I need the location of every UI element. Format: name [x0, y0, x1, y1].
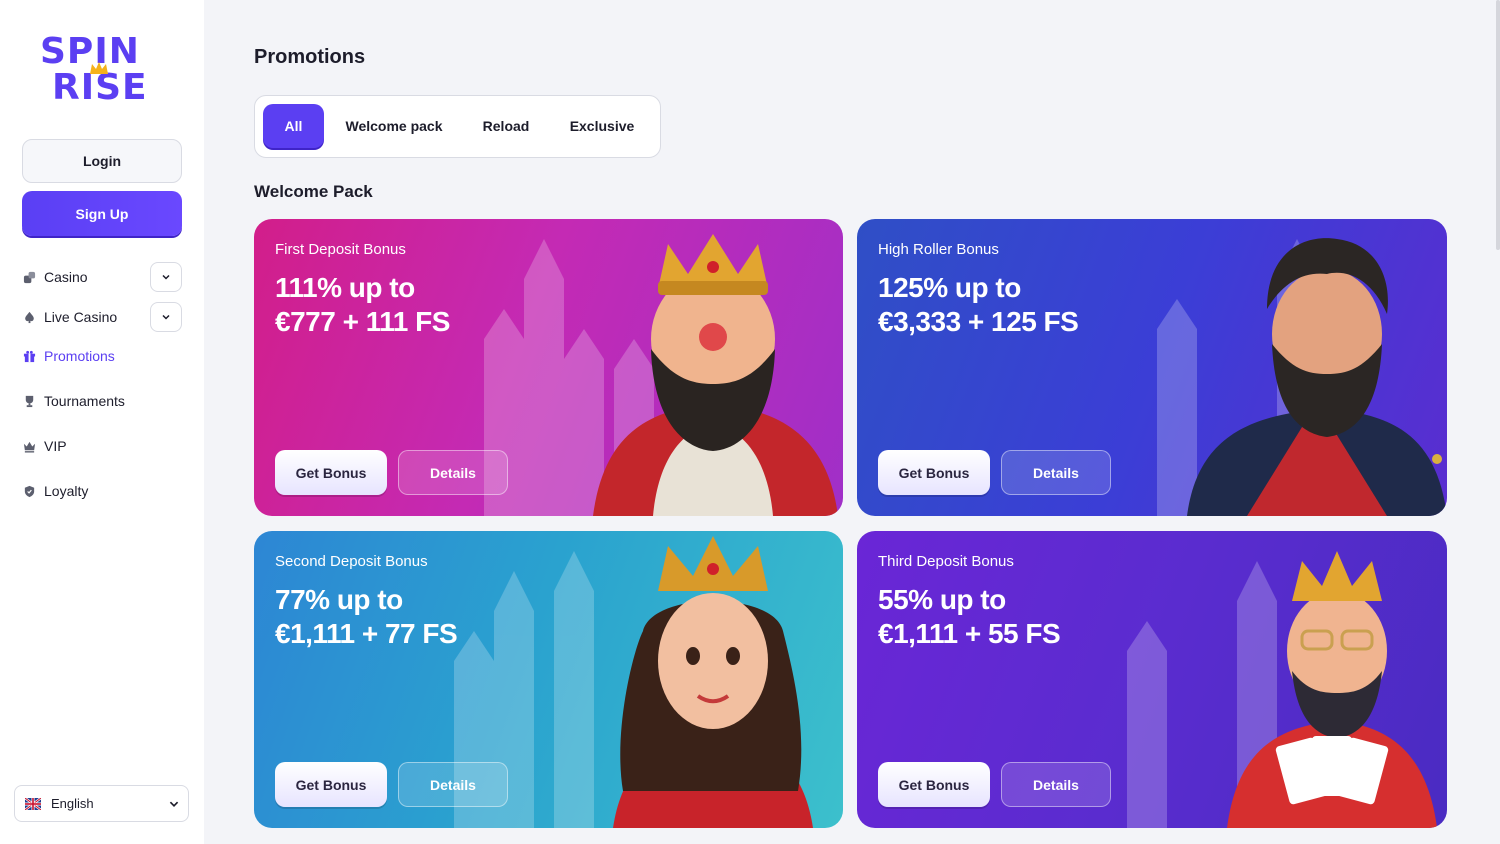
card-headline: 77% up to €1,111 + 77 FS: [275, 583, 458, 651]
sidebar-item-label: Tournaments: [44, 393, 125, 409]
section-title: Welcome Pack: [254, 182, 373, 201]
king-character-image: [593, 234, 838, 516]
sidebar-item-label: Promotions: [44, 348, 115, 364]
card-headline: 125% up to €3,333 + 125 FS: [878, 271, 1079, 339]
chevron-down-icon[interactable]: [150, 262, 182, 292]
logo-crown-icon: [90, 62, 108, 74]
chevron-down-icon[interactable]: [150, 302, 182, 332]
card-headline-line-2: €3,333 + 125 FS: [878, 306, 1079, 337]
card-headline-line-1: 55% up to: [878, 584, 1006, 615]
card-label: High Roller Bonus: [878, 241, 999, 258]
get-bonus-button[interactable]: Get Bonus: [878, 762, 990, 807]
card-king-character-image: [1227, 551, 1437, 828]
card-headline-line-2: €777 + 111 FS: [275, 306, 450, 337]
card-headline-line-1: 111% up to: [275, 272, 415, 303]
trophy-icon: [22, 394, 36, 408]
sidebar-item-vip[interactable]: VIP: [22, 431, 182, 461]
card-headline: 111% up to €777 + 111 FS: [275, 271, 450, 339]
captain-character-image: [1187, 238, 1447, 516]
chevron-down-icon: [169, 801, 179, 807]
card-headline-line-1: 125% up to: [878, 272, 1021, 303]
details-button[interactable]: Details: [1001, 762, 1111, 807]
sidebar-item-label: VIP: [44, 438, 67, 454]
card-label: Second Deposit Bonus: [275, 553, 428, 570]
sidebar: SPIN RISE Login Sign Up Casino Live Casi…: [0, 0, 204, 844]
crown-icon: [22, 439, 36, 453]
card-label: Third Deposit Bonus: [878, 553, 1014, 570]
shield-icon: [22, 484, 36, 498]
sidebar-item-loyalty[interactable]: Loyalty: [22, 476, 182, 506]
details-button[interactable]: Details: [1001, 450, 1111, 495]
get-bonus-button[interactable]: Get Bonus: [275, 762, 387, 807]
promo-card-third-deposit: Third Deposit Bonus 55% up to €1,111 + 5…: [857, 531, 1447, 828]
sidebar-item-label: Casino: [44, 269, 88, 285]
language-selector[interactable]: English: [14, 785, 189, 822]
promotion-filter-tabs: All Welcome pack Reload Exclusive: [254, 95, 661, 158]
details-button[interactable]: Details: [398, 450, 508, 495]
promo-card-second-deposit: Second Deposit Bonus 77% up to €1,111 + …: [254, 531, 843, 828]
spade-icon: [22, 310, 36, 324]
sidebar-item-label: Live Casino: [44, 309, 118, 325]
gift-icon: [22, 349, 36, 363]
logo[interactable]: SPIN RISE: [38, 34, 168, 108]
card-headline-line-2: €1,111 + 55 FS: [878, 618, 1061, 649]
login-button[interactable]: Login: [22, 139, 182, 183]
queen-character-image: [613, 536, 813, 828]
card-label: First Deposit Bonus: [275, 241, 406, 258]
uk-flag-icon: [25, 797, 41, 810]
signup-button[interactable]: Sign Up: [22, 191, 182, 236]
tab-exclusive[interactable]: Exclusive: [559, 104, 645, 148]
sidebar-item-label: Loyalty: [44, 483, 89, 499]
sidebar-item-tournaments[interactable]: Tournaments: [22, 386, 182, 416]
promo-card-first-deposit: First Deposit Bonus 111% up to €777 + 11…: [254, 219, 843, 516]
get-bonus-button[interactable]: Get Bonus: [275, 450, 387, 495]
promo-card-high-roller: High Roller Bonus 125% up to €3,333 + 12…: [857, 219, 1447, 516]
card-headline: 55% up to €1,111 + 55 FS: [878, 583, 1061, 651]
language-label: English: [51, 796, 94, 811]
details-button[interactable]: Details: [398, 762, 508, 807]
tab-reload[interactable]: Reload: [467, 104, 545, 148]
tab-all[interactable]: All: [263, 104, 324, 148]
page-scrollbar[interactable]: [1496, 0, 1500, 250]
sidebar-item-promotions[interactable]: Promotions: [22, 341, 182, 371]
tab-welcome-pack[interactable]: Welcome pack: [335, 104, 453, 148]
dice-icon: [22, 270, 36, 284]
card-headline-line-2: €1,111 + 77 FS: [275, 618, 458, 649]
get-bonus-button[interactable]: Get Bonus: [878, 450, 990, 495]
sidebar-item-live-casino[interactable]: Live Casino: [22, 302, 182, 332]
page-title: Promotions: [254, 46, 366, 68]
card-headline-line-1: 77% up to: [275, 584, 403, 615]
sidebar-item-casino[interactable]: Casino: [22, 262, 182, 292]
